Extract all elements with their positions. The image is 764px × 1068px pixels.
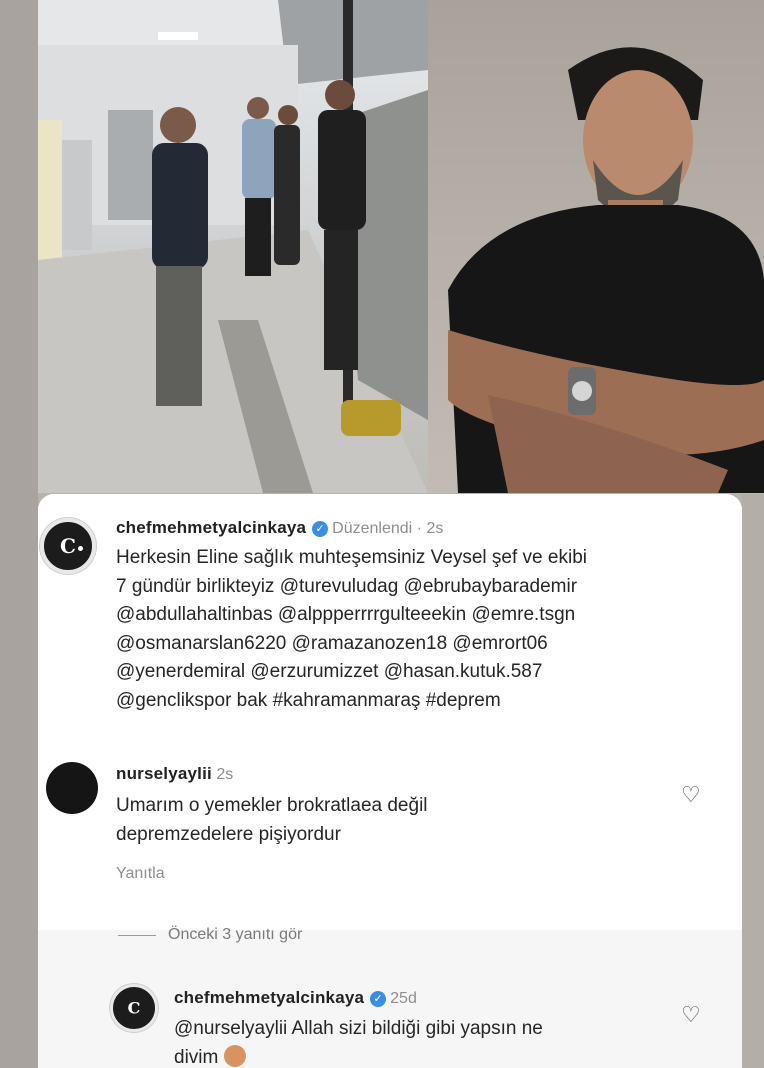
kitchen-photo-illustration	[38, 0, 428, 493]
verified-badge-icon: ✓	[312, 521, 329, 537]
reply-author-avatar[interactable]: C	[110, 984, 158, 1032]
view-previous-replies[interactable]: Önceki 3 yanıtı gör	[118, 925, 302, 945]
reply-line-with-emoji: divim	[174, 1043, 674, 1068]
caption-line[interactable]: @yenerdemiral @erzurumizzet @hasan.kutuk…	[116, 658, 726, 687]
avatar-logo-mark: C	[127, 998, 141, 1018]
reply-header: chefmehmetyalcinkaya ✓ 25d	[174, 988, 417, 1008]
post-time: · 2s	[416, 520, 444, 537]
comment-time: 2s	[216, 766, 234, 783]
instagram-comments-card: C chefmehmetyalcinkaya ✓ Düzenlendi · 2s H…	[38, 494, 742, 1068]
caption-line[interactable]: @abdullahaltinbas @alppperrrrgulteeekin …	[116, 601, 726, 630]
caption-line[interactable]: 7 gündür birlikteyiz @turevuludag @ebrub…	[116, 573, 726, 602]
angry-face-emoji-icon	[223, 1045, 246, 1067]
comment-text: Umarım o yemekler brokratlaea değil depr…	[116, 791, 676, 849]
heart-outline-icon[interactable]: ♡	[681, 782, 701, 808]
post-author-avatar[interactable]: C	[40, 518, 96, 574]
caption-line[interactable]: @genclikspor bak #kahramanmaraş #deprem	[116, 687, 726, 716]
comment-line: depremzedelere pişiyordur	[116, 824, 341, 845]
kitchen-photo	[38, 0, 428, 493]
comment-header: nurselyaylii 2s	[116, 764, 233, 784]
verified-badge-icon: ✓	[370, 991, 387, 1007]
edited-label: Düzenlendi	[332, 520, 413, 537]
reply-username[interactable]: chefmehmetyalcinkaya	[174, 988, 364, 1007]
thread-line	[118, 934, 156, 936]
chef-portrait-illustration	[448, 47, 764, 493]
left-background-strip	[0, 0, 38, 1068]
right-background-strip	[742, 494, 764, 1068]
post-header: chefmehmetyalcinkaya ✓ Düzenlendi · 2s	[116, 518, 443, 538]
reply-line: divim	[174, 1047, 219, 1068]
avatar-logo-dot	[78, 546, 83, 551]
chef-portrait-photo	[428, 0, 764, 493]
post-caption-text: Herkesin Eline sağlık muhteşemsiniz Veys…	[116, 544, 726, 715]
caption-line: Herkesin Eline sağlık muhteşemsiniz Veys…	[116, 547, 587, 568]
heart-outline-icon[interactable]: ♡	[681, 1002, 701, 1028]
view-previous-replies-label[interactable]: Önceki 3 yanıtı gör	[168, 926, 302, 944]
reply-text: @nurselyaylii Allah sizi bildiği gibi ya…	[174, 1014, 674, 1068]
avatar-logo-mark: C	[60, 534, 76, 558]
post-username[interactable]: chefmehmetyalcinkaya	[116, 518, 306, 537]
comment-username[interactable]: nurselyaylii	[116, 764, 212, 783]
reply-button[interactable]: Yanıtla	[116, 865, 165, 883]
commenter-avatar[interactable]	[46, 762, 98, 814]
comment-line: Umarım o yemekler brokratlaea değil	[116, 795, 428, 816]
reply-time: 25d	[390, 990, 417, 1007]
caption-line[interactable]: @osmanarslan6220 @ramazanozen18 @emrort0…	[116, 630, 726, 659]
reply-line: @nurselyaylii Allah sizi bildiği gibi ya…	[174, 1018, 543, 1039]
